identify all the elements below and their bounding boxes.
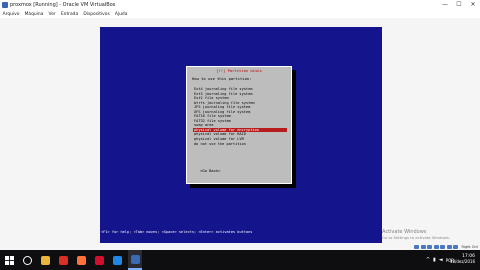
close-button[interactable]: ✕	[466, 0, 480, 10]
network-icon[interactable]	[446, 244, 452, 249]
activate-subtitle: Go to Settings to activate Windows.	[382, 235, 451, 240]
taskbar-opera[interactable]	[92, 250, 106, 270]
virtualbox-icon	[130, 254, 140, 264]
go-back-button[interactable]: <Go Back>	[200, 168, 221, 173]
optical-drive-icon[interactable]	[420, 244, 426, 249]
shared-folder-icon[interactable]	[433, 244, 439, 249]
firefox-icon	[76, 255, 86, 265]
taskbar-file-explorer[interactable]	[38, 250, 52, 270]
maximize-button[interactable]: ☐	[452, 0, 466, 10]
start-button[interactable]	[0, 250, 18, 270]
dialog-prompt: How to use this partition:	[192, 76, 252, 81]
vm-status-bar: Right Ctrl	[413, 243, 478, 250]
window-titlebar: proxmox [Running] - Oracle VM VirtualBox…	[0, 0, 480, 10]
menu-dispositivos[interactable]: Dispositivos	[81, 12, 113, 17]
menu-entrada[interactable]: Entrada	[58, 12, 80, 17]
taskbar-virtualbox[interactable]	[128, 250, 142, 270]
menu-arquivo[interactable]: Arquivo	[0, 12, 22, 17]
menu-maquina[interactable]: Máquina	[22, 12, 46, 17]
app-icon	[112, 255, 122, 265]
partition-dialog: [!!] Partition disks How to use this par…	[186, 66, 292, 184]
windows-taskbar: ^ ▮ ◄ POR 17:06 18/dez/2016	[0, 250, 480, 270]
file-explorer-icon	[40, 255, 50, 265]
filesystem-list: Ext4 journaling file system Ext3 journal…	[193, 87, 287, 146]
usb-icon[interactable]	[427, 244, 433, 249]
minimize-button[interactable]: —	[438, 0, 452, 10]
hdd-icon[interactable]	[414, 244, 420, 249]
opera-icon	[94, 255, 104, 265]
windows-logo-icon	[4, 255, 14, 265]
installer-help-line: <F1> for help; <Tab> moves; <Space> sele…	[101, 230, 253, 234]
host-key-label: Right Ctrl	[461, 244, 478, 249]
menu-bar: Arquivo Máquina Ver Entrada Dispositivos…	[0, 10, 480, 18]
taskbar-firefox[interactable]	[74, 250, 88, 270]
taskbar-clock[interactable]: 17:06 18/dez/2016	[450, 254, 475, 264]
activate-windows-watermark: Activate Windows Go to Settings to activ…	[382, 229, 478, 240]
menu-ver[interactable]: Ver	[46, 12, 58, 17]
chevron-up-icon[interactable]: ^	[426, 257, 430, 263]
volume-icon[interactable]: ◄	[439, 257, 443, 263]
search-icon	[22, 255, 32, 265]
dialog-title: [!!] Partition disks	[216, 68, 262, 73]
network-icon[interactable]: ▮	[433, 257, 436, 263]
display-icon[interactable]	[440, 244, 446, 249]
virtualbox-icon	[2, 2, 8, 8]
taskbar-app[interactable]	[110, 250, 124, 270]
menu-ajuda[interactable]: Ajuda	[112, 12, 130, 17]
window-title: proxmox [Running] - Oracle VM VirtualBox	[10, 2, 116, 8]
mouse-integration-icon[interactable]	[453, 244, 459, 249]
taskbar-search[interactable]	[20, 250, 34, 270]
fs-option[interactable]: do not use the partition	[193, 142, 287, 147]
chrome-icon	[58, 255, 68, 265]
taskbar-chrome[interactable]	[56, 250, 70, 270]
clock-date: 18/dez/2016	[449, 259, 475, 264]
window-controls: — ☐ ✕	[438, 0, 480, 10]
